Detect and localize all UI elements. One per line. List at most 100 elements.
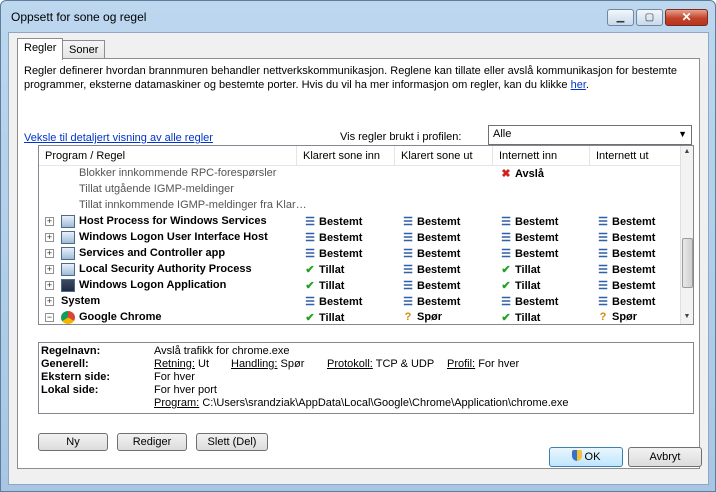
expand-icon[interactable]: + (45, 297, 54, 306)
minimize-button[interactable]: ▁ (607, 9, 634, 26)
table-row[interactable]: + Local Security Authority Process ✔ Tillat… (39, 262, 681, 278)
permission-cell[interactable]: ? Spør (596, 311, 637, 323)
permission-cell[interactable]: ✔ Tillat (499, 311, 540, 324)
block-icon: ✖ (501, 168, 511, 180)
title-bar[interactable]: Oppsett for sone og regel ▁ ▢ ✕ (1, 1, 715, 31)
permission-value: Bestemt (319, 232, 363, 244)
delete-rule-button[interactable]: Slett (Del) (196, 433, 268, 451)
permission-cell[interactable]: ✔ Tillat (499, 263, 540, 276)
edit-rule-button[interactable]: Rediger (117, 433, 187, 451)
dialog-window: Oppsett for sone og regel ▁ ▢ ✕ Regler S… (0, 0, 716, 492)
permission-value: Bestemt (515, 232, 559, 244)
expand-icon[interactable]: + (45, 233, 54, 242)
local-side-value: For hver port (154, 384, 217, 396)
cancel-button[interactable]: Avbryt (628, 447, 702, 467)
protocol-label: Protokoll: (327, 358, 373, 370)
program-value: C:\Users\srandziak\AppData\Local\Google\… (202, 397, 569, 409)
permission-value: Tillat (319, 312, 345, 324)
permission-cell[interactable]: ☰ Bestemt (401, 279, 460, 292)
column-internet-in[interactable]: Internett inn (493, 146, 590, 166)
action-field: Handling: Spør (231, 358, 304, 370)
column-trusted-in[interactable]: Klarert sone inn (297, 146, 395, 166)
permission-cell[interactable]: ✔ Tillat (303, 263, 344, 276)
permission-cell[interactable]: ☰ Bestemt (401, 247, 460, 260)
question-icon: ? (404, 311, 412, 323)
permission-value: Bestemt (515, 248, 559, 260)
ok-button[interactable]: OK (549, 447, 623, 467)
bars-icon: ☰ (403, 280, 413, 292)
table-row[interactable]: + Services and Controller app ☰ Bestemt ☰ Bes… (39, 246, 681, 262)
table-row[interactable]: Tillat innkommende IGMP-meldinger fra Kl… (39, 198, 681, 214)
application-window-icon (61, 247, 75, 260)
expand-icon[interactable]: + (45, 281, 54, 290)
rules-list[interactable]: Program / Regel Klarert sone inn Klarert… (38, 145, 694, 325)
table-row[interactable]: Blokker innkommende RPC-forespørsler ✖ Avs… (39, 166, 681, 182)
rule-name: Blokker innkommende RPC-forespørsler (79, 167, 277, 179)
bars-icon: ☰ (598, 296, 608, 308)
permission-cell[interactable]: ☰ Bestemt (596, 295, 655, 308)
bars-icon: ☰ (598, 216, 608, 228)
close-icon: ✕ (681, 10, 692, 24)
permission-value: Bestemt (417, 216, 461, 228)
check-icon: ✔ (305, 280, 315, 292)
column-trusted-out[interactable]: Klarert sone ut (395, 146, 493, 166)
collapse-icon[interactable]: − (45, 313, 54, 322)
close-button[interactable]: ✕ (665, 9, 708, 26)
bars-icon: ☰ (305, 216, 315, 228)
column-internet-out[interactable]: Internett ut (590, 146, 681, 166)
permission-cell[interactable]: ☰ Bestemt (596, 279, 655, 292)
expand-icon[interactable]: + (45, 265, 54, 274)
permission-cell[interactable]: ☰ Bestemt (401, 215, 460, 228)
permission-cell[interactable]: ☰ Bestemt (596, 215, 655, 228)
permission-cell[interactable]: ✔ Tillat (303, 279, 344, 292)
permission-cell[interactable]: ☰ Bestemt (499, 295, 558, 308)
permission-cell[interactable]: ? Spør (401, 311, 442, 323)
permission-cell[interactable]: ☰ Bestemt (596, 263, 655, 276)
permission-cell[interactable]: ☰ Bestemt (303, 231, 362, 244)
tab-soner[interactable]: Soner (62, 40, 106, 60)
profile-label: Profil: (447, 358, 476, 370)
bars-icon: ☰ (501, 248, 511, 260)
vertical-scrollbar[interactable]: ▲ ▼ (680, 146, 693, 324)
dialog-body: Regler Soner Regler definerer hvordan br… (8, 32, 709, 485)
new-rule-button[interactable]: Ny (38, 433, 108, 451)
table-row[interactable]: Tillat utgående IGMP-meldinger (39, 182, 681, 198)
permission-cell[interactable]: ☰ Bestemt (401, 263, 460, 276)
table-row[interactable]: + Windows Logon User Interface Host ☰ Beste… (39, 230, 681, 246)
permission-cell[interactable]: ☰ Bestemt (401, 231, 460, 244)
permission-cell[interactable]: ☰ Bestemt (303, 295, 362, 308)
permission-cell[interactable]: ☰ Bestemt (499, 231, 558, 244)
permission-cell[interactable]: ☰ Bestemt (499, 215, 558, 228)
column-program-rule[interactable]: Program / Regel (39, 146, 297, 166)
permission-cell[interactable]: ☰ Bestemt (303, 247, 362, 260)
permission-value: Bestemt (515, 216, 559, 228)
table-row[interactable]: + Windows Logon Application ✔ Tillat ☰ Bestem… (39, 278, 681, 294)
permission-cell[interactable]: ☰ Bestemt (596, 247, 655, 260)
action-label: Handling: (231, 358, 278, 370)
permission-cell[interactable]: ✔ Tillat (499, 279, 540, 292)
table-row[interactable]: + Host Process for Windows Services ☰ Beste… (39, 214, 681, 230)
table-row[interactable]: − Google Chrome ✔ Tillat? Spør ✔ Tillat? Spør (39, 310, 681, 324)
permission-cell[interactable]: ☰ Bestemt (303, 215, 362, 228)
expand-icon[interactable]: + (45, 249, 54, 258)
expand-icon[interactable]: + (45, 217, 54, 226)
toggle-detailed-view-link[interactable]: Veksle til detaljert visning av alle reg… (24, 132, 213, 144)
maximize-button[interactable]: ▢ (636, 9, 663, 26)
profile-field: Profil: For hver (447, 358, 519, 370)
permission-cell[interactable]: ✔ Tillat (303, 311, 344, 324)
tab-regler[interactable]: Regler (17, 38, 64, 60)
profile-filter-select[interactable]: Alle ▼ (488, 125, 692, 145)
help-link[interactable]: her (571, 79, 586, 91)
permission-cell[interactable]: ✖ Avslå (499, 167, 544, 180)
permission-cell[interactable]: ☰ Bestemt (401, 295, 460, 308)
program-label: Program: (154, 397, 200, 409)
scroll-up-icon[interactable]: ▲ (681, 148, 693, 155)
permission-value: Bestemt (417, 232, 461, 244)
permission-cell[interactable]: ☰ Bestemt (596, 231, 655, 244)
application-window-icon (61, 231, 75, 244)
table-row[interactable]: + System ☰ Bestemt ☰ Bestemt ☰ Bestemt ☰ Bestemt (39, 294, 681, 310)
application-window-icon (61, 263, 75, 276)
scrollbar-thumb[interactable] (682, 238, 693, 288)
permission-cell[interactable]: ☰ Bestemt (499, 247, 558, 260)
scroll-down-icon[interactable]: ▼ (681, 313, 693, 320)
